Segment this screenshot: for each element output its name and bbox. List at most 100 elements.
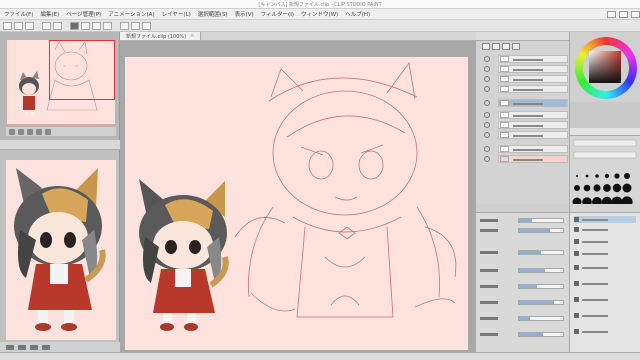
canvas-tab-bar: 新規ファイル.clip (100%) ×	[120, 32, 476, 41]
menu-item-view[interactable]: 表示(V)	[235, 10, 254, 18]
zoom-in-icon[interactable]	[18, 128, 24, 135]
deselect-icon[interactable]	[92, 21, 101, 30]
layer-row[interactable]	[498, 131, 568, 139]
new-folder-icon[interactable]	[492, 43, 500, 50]
layer-visibility-icon[interactable]	[484, 66, 490, 72]
menu-bar: ファイル(F) 編集(E) ページ管理(P) アニメーション(A) レイヤー(L…	[0, 9, 640, 20]
rotate-left-icon[interactable]	[27, 128, 33, 135]
layer-visibility-icon[interactable]	[484, 132, 490, 138]
navigator-panel	[0, 32, 120, 140]
sub-tool-panel	[570, 204, 640, 352]
layer-visibility-icon[interactable]	[484, 86, 490, 92]
layer-row-paper[interactable]	[498, 155, 568, 163]
color-wheel-panel	[570, 32, 640, 102]
layer-row-selected[interactable]	[498, 99, 568, 107]
menu-item-edit[interactable]: 編集(E)	[40, 10, 59, 18]
redo-icon[interactable]	[53, 21, 62, 30]
menu-item-window[interactable]: ウィンドウ(W)	[301, 10, 338, 18]
menu-item-file[interactable]: ファイル(F)	[4, 10, 33, 18]
menu-item-layer[interactable]: レイヤー(L)	[162, 10, 191, 18]
layer-row[interactable]	[498, 75, 568, 83]
sub-tool-header	[570, 204, 640, 213]
sub-view-panel	[0, 140, 120, 352]
ruler-icon[interactable]	[131, 21, 140, 30]
sub-tool-item[interactable]	[574, 280, 636, 287]
canvas-tab[interactable]: 新規ファイル.clip (100%) ×	[120, 32, 202, 40]
flip-icon[interactable]	[45, 128, 51, 135]
undo-icon[interactable]	[42, 21, 51, 30]
navigator-controls	[6, 127, 116, 136]
sub-tool-item[interactable]	[574, 250, 636, 257]
layer-row[interactable]	[498, 111, 568, 119]
layer-panel-header	[476, 32, 569, 41]
zoom-out-icon[interactable]	[9, 128, 15, 135]
menu-item-help[interactable]: ヘルプ(H)	[345, 10, 370, 18]
layer-visibility-icon[interactable]	[484, 56, 490, 62]
menu-item-page[interactable]: ページ管理(P)	[66, 10, 101, 18]
sub-view-next-icon[interactable]	[18, 344, 26, 350]
snap-icon[interactable]	[120, 21, 129, 30]
grid-icon[interactable]	[142, 21, 151, 30]
layer-row[interactable]	[498, 85, 568, 93]
mini-character-art	[19, 71, 39, 115]
layer-row[interactable]	[498, 55, 568, 63]
save-icon[interactable]	[25, 21, 34, 30]
brush-size-header	[570, 128, 640, 136]
clear-icon[interactable]	[70, 21, 79, 30]
sub-view-header	[0, 140, 120, 150]
invert-selection-icon[interactable]	[103, 21, 112, 30]
sub-view-reference-image[interactable]	[6, 160, 116, 340]
sub-view-import-icon[interactable]	[30, 344, 38, 350]
layer-visibility-icon[interactable]	[484, 156, 490, 162]
minimize-button[interactable]	[607, 10, 616, 18]
window-title: [キャンバス] 新規ファイル.clip - CLIP STUDIO PAINT	[258, 2, 382, 8]
layer-row[interactable]	[498, 121, 568, 129]
menu-item-select[interactable]: 選択範囲(S)	[198, 10, 228, 18]
open-file-icon[interactable]	[14, 21, 23, 30]
colored-character	[139, 179, 229, 331]
layer-visibility-icon[interactable]	[484, 146, 490, 152]
menu-item-animation[interactable]: アニメーション(A)	[108, 10, 154, 18]
main-canvas[interactable]	[125, 57, 468, 350]
delete-layer-icon[interactable]	[502, 43, 510, 50]
saturation-value-square[interactable]	[589, 51, 621, 83]
sub-tool-item[interactable]	[574, 264, 636, 271]
navigator-viewport-frame[interactable]	[49, 40, 115, 100]
navigator-preview[interactable]	[6, 39, 116, 125]
menu-item-filter[interactable]: フィルター(I)	[261, 10, 294, 18]
sub-tool-item[interactable]	[574, 226, 636, 233]
close-tab-icon[interactable]: ×	[190, 33, 194, 39]
transform-icon[interactable]	[81, 21, 90, 30]
sub-view-prev-icon[interactable]	[6, 344, 14, 350]
layer-row[interactable]	[498, 65, 568, 73]
sub-tool-item[interactable]	[574, 328, 636, 335]
sub-tool-item-selected[interactable]	[574, 216, 636, 223]
reference-character-art	[14, 168, 106, 331]
new-layer-icon[interactable]	[482, 43, 490, 50]
tool-property-panel	[476, 204, 570, 352]
merge-layer-icon[interactable]	[512, 43, 520, 50]
sub-view-eyedropper-icon[interactable]	[42, 344, 50, 350]
layer-visibility-icon[interactable]	[484, 76, 490, 82]
sketch-lines	[234, 61, 457, 318]
new-file-icon[interactable]	[3, 21, 12, 30]
tool-property-header	[476, 204, 569, 213]
command-bar	[0, 20, 640, 32]
right-panels	[476, 32, 640, 352]
canvas-tab-label: 新規ファイル.clip (100%)	[126, 33, 187, 40]
sub-view-controls	[0, 342, 120, 352]
layer-row[interactable]	[498, 145, 568, 153]
layer-visibility-icon[interactable]	[484, 112, 490, 118]
canvas-artwork	[139, 61, 457, 331]
rotate-right-icon[interactable]	[36, 128, 42, 135]
close-button[interactable]	[631, 10, 640, 18]
maximize-button[interactable]	[619, 10, 628, 18]
layer-panel	[476, 32, 570, 204]
sub-tool-item[interactable]	[574, 296, 636, 303]
layer-visibility-icon[interactable]	[484, 100, 490, 106]
sub-tool-item[interactable]	[574, 312, 636, 319]
sub-tool-item[interactable]	[574, 238, 636, 245]
canvas-area: 新規ファイル.clip (100%) ×	[120, 32, 476, 352]
title-bar: [キャンバス] 新規ファイル.clip - CLIP STUDIO PAINT	[0, 0, 640, 9]
layer-visibility-icon[interactable]	[484, 122, 490, 128]
